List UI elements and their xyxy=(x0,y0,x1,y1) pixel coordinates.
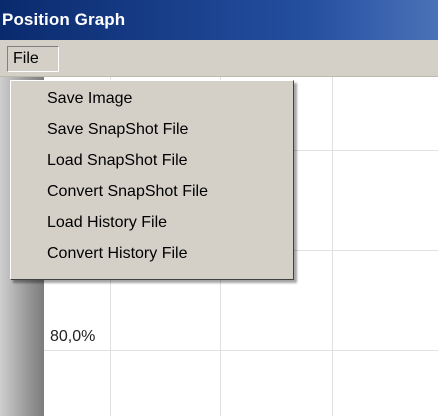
gridline-horizontal xyxy=(44,350,438,351)
file-dropdown-menu: Save Image Save SnapShot File Load SnapS… xyxy=(10,80,294,280)
menu-item-convert-history-file[interactable]: Convert History File xyxy=(47,245,187,263)
window-title: Position Graph xyxy=(2,10,126,29)
menu-item-save-image[interactable]: Save Image xyxy=(47,90,132,108)
file-menu-button[interactable]: File xyxy=(7,46,59,72)
title-bar[interactable]: Position Graph xyxy=(0,0,438,40)
menu-item-convert-snapshot-file[interactable]: Convert SnapShot File xyxy=(47,183,208,201)
y-axis-tick-label: 80,0% xyxy=(50,328,96,345)
menu-item-save-snapshot-file[interactable]: Save SnapShot File xyxy=(47,121,188,139)
menu-item-load-snapshot-file[interactable]: Load SnapShot File xyxy=(47,152,188,170)
menu-bar: File xyxy=(0,40,438,77)
position-graph-window: Position Graph File 80,0% Save Image Sav… xyxy=(0,0,438,416)
menu-item-load-history-file[interactable]: Load History File xyxy=(47,214,167,232)
gridline-vertical xyxy=(332,77,333,416)
